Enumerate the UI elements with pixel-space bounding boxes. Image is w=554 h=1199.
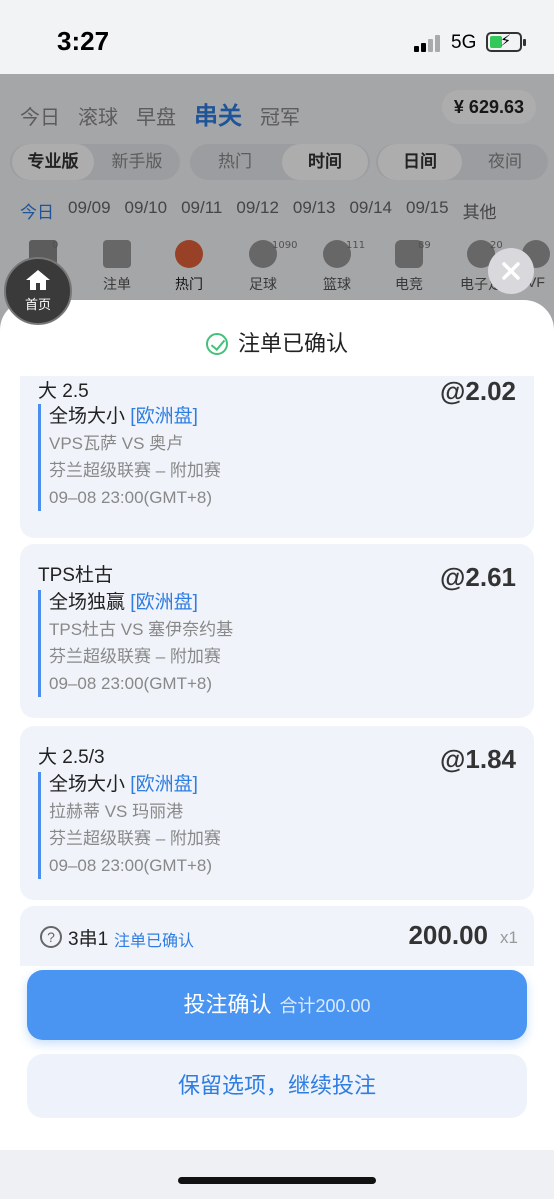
- network-type: 5G: [451, 32, 477, 53]
- close-button[interactable]: [488, 248, 534, 294]
- bet-match: 拉赫蒂 VS 玛丽港: [49, 802, 184, 821]
- bet-card: 大 2.5/3 @1.84 全场大小 [欧洲盘] 拉赫蒂 VS 玛丽港 芬兰超级…: [20, 726, 534, 900]
- bet-time: 09–08 23:00(GMT+8): [49, 488, 213, 507]
- confirm-bet-button[interactable]: 投注确认 合计200.00: [27, 970, 527, 1040]
- battery-icon: ⚡: [486, 31, 526, 52]
- bet-selection: 大 2.5/3: [38, 747, 105, 768]
- help-icon[interactable]: ?: [40, 926, 62, 948]
- home-icon: [26, 270, 50, 290]
- status-text: 注单已确认: [114, 933, 195, 950]
- parlay-type: 3串1: [68, 929, 109, 950]
- bet-match: TPS杜古 VS 塞伊奈约基: [49, 620, 234, 639]
- bet-card: TPS杜古 @2.61 全场独赢 [欧洲盘] TPS杜古 VS 塞伊奈约基 芬兰…: [20, 544, 534, 718]
- bet-card: 大 2.5 @2.02 全场大小 [欧洲盘] VPS瓦萨 VS 奥卢 芬兰超级联…: [20, 376, 534, 538]
- bet-detail: 全场大小 [欧洲盘] VPS瓦萨 VS 奥卢 芬兰超级联赛 – 附加赛 09–0…: [38, 404, 221, 511]
- bet-odds: @2.02: [440, 376, 516, 406]
- bet-league: 芬兰超级联赛 – 附加赛: [49, 461, 221, 480]
- bet-league: 芬兰超级联赛 – 附加赛: [49, 829, 221, 848]
- check-circle-icon: [205, 333, 228, 355]
- home-label: 首页: [24, 297, 51, 312]
- confirm-total: 合计200.00: [279, 996, 371, 1016]
- bet-odds: @2.61: [440, 562, 516, 592]
- bet-confirmation-sheet: 注单已确认 大 2.5 @2.02 全场大小 [欧洲盘] VPS瓦萨 VS 奥卢…: [0, 300, 554, 1150]
- bet-selection: TPS杜古: [38, 565, 113, 586]
- bet-detail: 全场大小 [欧洲盘] 拉赫蒂 VS 玛丽港 芬兰超级联赛 – 附加赛 09–08…: [38, 772, 221, 879]
- bet-market: 全场大小 [欧洲盘]: [49, 774, 198, 795]
- bet-list[interactable]: 大 2.5 @2.02 全场大小 [欧洲盘] VPS瓦萨 VS 奥卢 芬兰超级联…: [0, 376, 554, 964]
- bet-market: 全场大小 [欧洲盘]: [49, 406, 198, 427]
- bet-time: 09–08 23:00(GMT+8): [49, 856, 213, 875]
- parlay-summary: ? 3串1 注单已确认 200.00 x1: [20, 906, 534, 966]
- status-bar: 3:27 5G ⚡: [0, 0, 554, 74]
- home-button[interactable]: 首页: [4, 257, 72, 325]
- sheet-title: 注单已确认: [0, 326, 554, 358]
- bet-match: VPS瓦萨 VS 奥卢: [49, 434, 184, 453]
- stake-multiplier: x1: [500, 928, 518, 947]
- home-indicator[interactable]: [178, 1177, 376, 1184]
- confirm-label: 投注确认: [183, 992, 272, 1017]
- bet-time: 09–08 23:00(GMT+8): [49, 674, 213, 693]
- bet-selection: 大 2.5: [38, 381, 89, 402]
- bet-detail: 全场独赢 [欧洲盘] TPS杜古 VS 塞伊奈约基 芬兰超级联赛 – 附加赛 0…: [38, 590, 233, 697]
- bet-market: 全场独赢 [欧洲盘]: [49, 592, 198, 613]
- status-time: 3:27: [57, 26, 110, 56]
- bottom-strip: [0, 1150, 554, 1199]
- stake-amount: 200.00: [408, 920, 488, 950]
- bet-odds: @1.84: [440, 744, 516, 774]
- signal-icon: [414, 34, 442, 52]
- keep-selections-button[interactable]: 保留选项，继续投注: [27, 1054, 527, 1118]
- close-icon: [502, 262, 520, 280]
- bet-league: 芬兰超级联赛 – 附加赛: [49, 647, 221, 666]
